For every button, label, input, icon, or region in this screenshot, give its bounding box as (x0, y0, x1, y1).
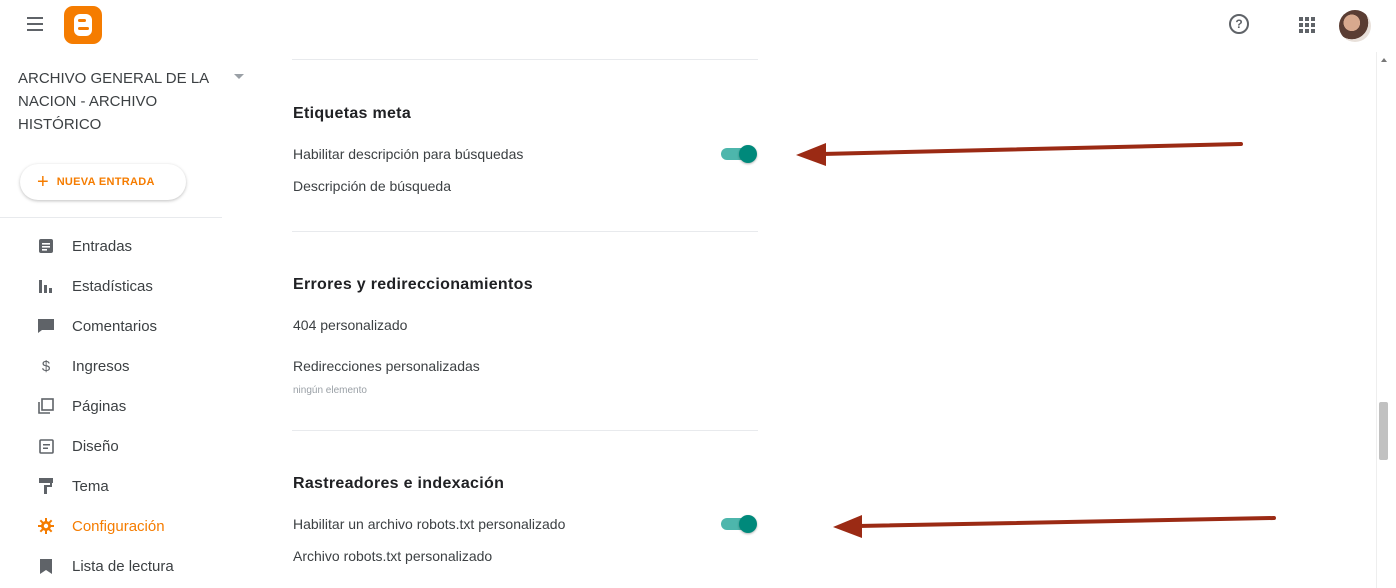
section-title-crawlers-indexing: Rastreadores e indexación (293, 475, 505, 492)
pages-icon (38, 398, 54, 414)
blog-name[interactable]: ARCHIVO GENERAL DE LA NACION - ARCHIVO H… (18, 67, 218, 136)
sidebar-item-label: Configuración (72, 517, 165, 535)
settings-content: Etiquetas meta Habilitar descripción par… (270, 52, 1380, 588)
custom-404-setting[interactable]: 404 personalizado (293, 317, 407, 333)
settings-icon (38, 518, 54, 534)
comments-icon (38, 318, 54, 334)
sidebar-item-label: Lista de lectura (72, 557, 174, 575)
sidebar-divider (0, 217, 222, 218)
section-title-errors-redirects: Errores y redireccionamientos (293, 276, 533, 293)
avatar[interactable] (1339, 10, 1371, 42)
plus-icon: + (37, 171, 49, 193)
sidebar-item-label: Entradas (72, 237, 133, 255)
earnings-icon: $ (41, 357, 51, 375)
sidebar-item-entradas[interactable]: Entradas (0, 228, 270, 264)
apps-grid-icon[interactable] (1299, 17, 1315, 33)
blogger-logo[interactable] (64, 6, 102, 44)
enable-search-description-label[interactable]: Habilitar descripción para búsquedas (293, 146, 523, 162)
layout-icon (38, 438, 54, 454)
sidebar-item-lista-de-lectura[interactable]: Lista de lectura (0, 548, 270, 584)
search-description-setting[interactable]: Descripción de búsqueda (293, 178, 451, 194)
custom-robots-file-setting[interactable]: Archivo robots.txt personalizado (293, 548, 492, 564)
sidebar-item-label: Tema (72, 477, 109, 495)
section-divider (292, 430, 758, 431)
enable-robots-label[interactable]: Habilitar un archivo robots.txt personal… (293, 516, 565, 532)
sidebar-item-label: Ingresos (72, 357, 130, 375)
theme-icon (38, 478, 54, 494)
help-circle-icon[interactable]: ? (1229, 14, 1249, 34)
reading-list-icon (38, 558, 54, 574)
new-post-button[interactable]: + NUEVA ENTRADA (20, 164, 186, 200)
sidebar-item-label: Páginas (72, 397, 127, 415)
blog-switcher-caret-icon[interactable] (234, 74, 244, 79)
scroll-up-arrow-icon[interactable] (1381, 58, 1387, 62)
custom-redirects-value: ningún elemento (293, 385, 367, 396)
custom-redirects-setting[interactable]: Redirecciones personalizadas (293, 358, 480, 374)
sidebar-item-label: Comentarios (72, 317, 158, 335)
top-bar: ? (0, 0, 1396, 52)
sidebar-item-paginas[interactable]: Páginas (0, 388, 270, 424)
sidebar-item-ingresos[interactable]: $ Ingresos (0, 348, 270, 384)
menu-icon[interactable] (27, 17, 45, 35)
scrollbar[interactable] (1376, 52, 1391, 588)
new-post-label: NUEVA ENTRADA (56, 176, 155, 188)
sidebar-item-diseno[interactable]: Diseño (0, 428, 270, 464)
sidebar-item-tema[interactable]: Tema (0, 468, 270, 504)
section-divider (292, 231, 758, 232)
sidebar-item-estadisticas[interactable]: Estadísticas (0, 268, 270, 304)
sidebar-item-comentarios[interactable]: Comentarios (0, 308, 270, 344)
stats-icon (38, 278, 54, 294)
sidebar: ARCHIVO GENERAL DE LA NACION - ARCHIVO H… (0, 52, 270, 588)
sidebar-item-configuracion[interactable]: Configuración (0, 508, 270, 544)
sidebar-item-label: Estadísticas (72, 277, 153, 295)
enable-search-description-toggle[interactable] (721, 145, 757, 163)
sidebar-item-label: Diseño (72, 437, 119, 455)
section-divider (292, 59, 758, 60)
enable-robots-toggle[interactable] (721, 515, 757, 533)
section-title-meta-tags: Etiquetas meta (293, 105, 412, 122)
posts-icon (38, 238, 54, 254)
scroll-thumb[interactable] (1379, 402, 1388, 460)
